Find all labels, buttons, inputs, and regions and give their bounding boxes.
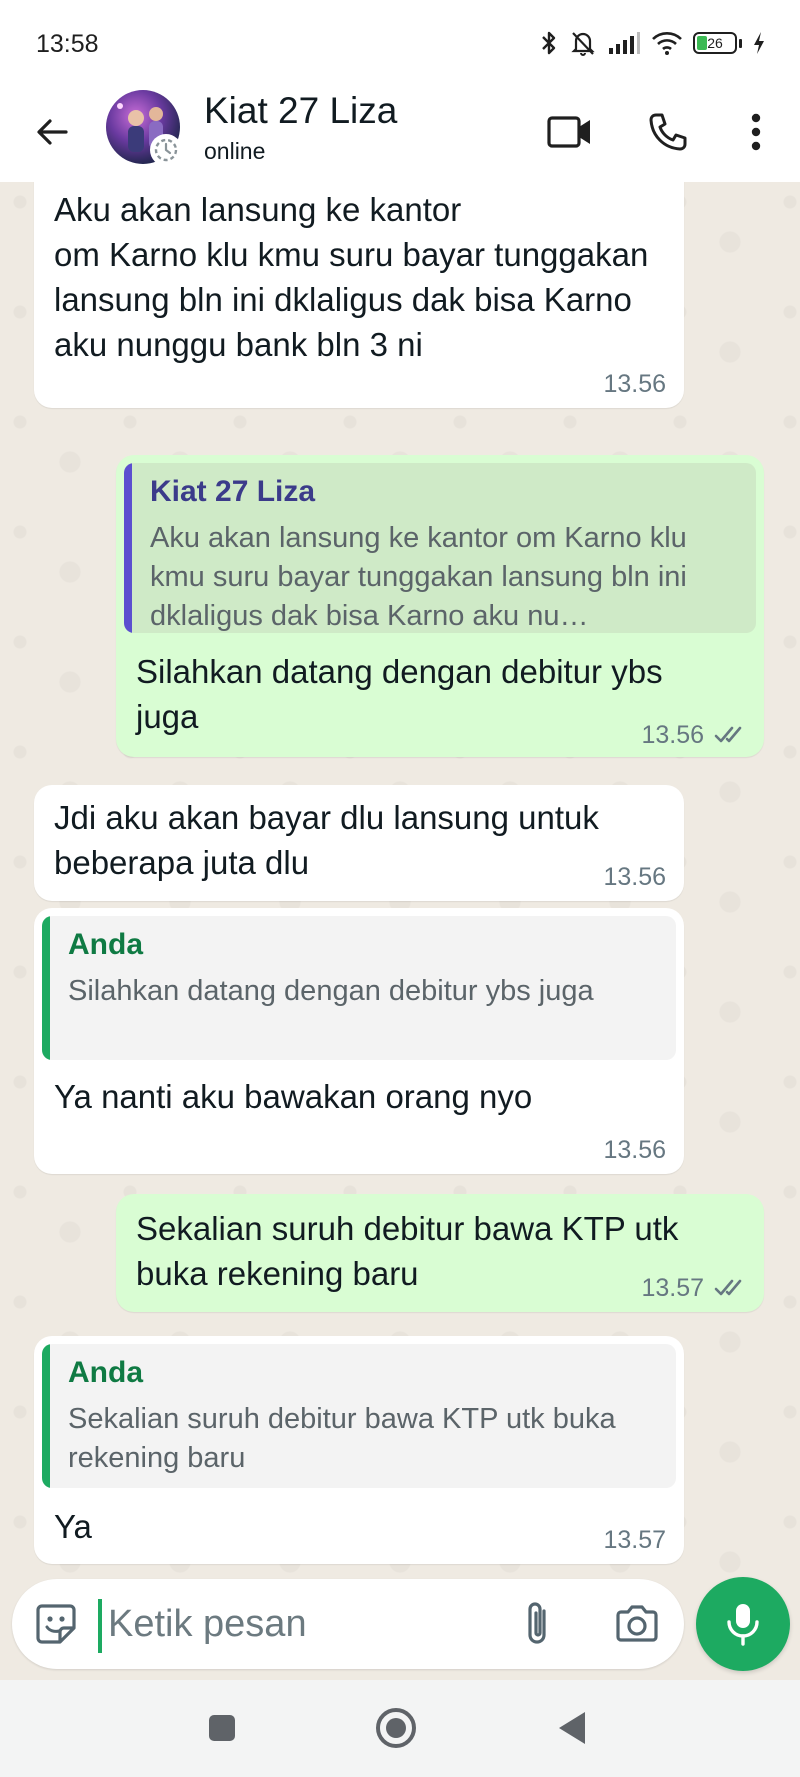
wifi-icon	[652, 32, 682, 55]
message-text: Sekalian suruh debitur bawa KTP utk buka…	[136, 1210, 679, 1292]
quoted-message[interactable]: Anda Sekalian suruh debitur bawa KTP utk…	[42, 1344, 676, 1488]
message-outgoing[interactable]: Sekalian suruh debitur bawa KTP utk buka…	[116, 1194, 764, 1312]
message-incoming[interactable]: Jdi aku akan bayar dlu lansung untuk beb…	[34, 785, 684, 901]
system-nav-bar	[0, 1680, 800, 1777]
message-incoming[interactable]: Anda Silahkan datang dengan debitur ybs …	[34, 908, 684, 1174]
status-time: 13:58	[36, 30, 99, 58]
voice-call-button[interactable]	[640, 104, 696, 160]
phone-icon	[649, 113, 687, 151]
message-text: Ya nanti aku bawakan orang nyo	[54, 1078, 533, 1115]
read-ticks-icon	[714, 1279, 742, 1296]
quoted-message[interactable]: Kiat 27 Liza Aku akan lansung ke kantor …	[124, 463, 756, 633]
home-button[interactable]	[374, 1706, 418, 1750]
read-ticks-icon	[714, 726, 742, 743]
nav-back-icon	[559, 1712, 585, 1744]
nav-back-button[interactable]	[550, 1706, 594, 1750]
camera-button[interactable]	[612, 1599, 662, 1649]
status-icons: 26	[539, 26, 766, 60]
mic-icon	[727, 1604, 759, 1646]
message-input[interactable]: Ketik pesan	[108, 1603, 307, 1646]
message-time: 13.56	[603, 863, 666, 891]
attach-icon	[528, 1602, 546, 1644]
quoted-message[interactable]: Anda Silahkan datang dengan debitur ybs …	[42, 916, 676, 1060]
message-text: Silahkan datang dengan debitur ybs juga	[136, 653, 663, 735]
quote-text: Sekalian suruh debitur bawa KTP utk buka…	[68, 1403, 616, 1474]
battery-indicator: 26	[693, 32, 737, 54]
bluetooth-icon	[542, 31, 556, 55]
quote-bar	[42, 1344, 50, 1488]
quote-author: Kiat 27 Liza	[150, 475, 316, 508]
message-text: Ya	[54, 1508, 92, 1545]
attach-button[interactable]	[514, 1599, 562, 1649]
more-options-button[interactable]	[728, 104, 784, 160]
chat-header: Kiat 27 Liza online	[0, 82, 800, 182]
quote-author: Anda	[68, 1356, 143, 1389]
quote-text: Silahkan datang dengan debitur ybs juga	[68, 975, 594, 1007]
message-outgoing[interactable]: Kiat 27 Liza Aku akan lansung ke kantor …	[116, 455, 764, 757]
message-incoming[interactable]: Anda Sekalian suruh debitur bawa KTP utk…	[34, 1336, 684, 1564]
message-time: 13.56	[603, 1136, 666, 1164]
battery-tip	[739, 38, 742, 48]
sticker-button[interactable]	[32, 1600, 80, 1648]
voice-record-button[interactable]	[696, 1577, 790, 1671]
message-time: 13.57	[641, 1274, 704, 1302]
message-incoming[interactable]: Aku akan lansung ke kantor om Karno klu …	[34, 182, 684, 408]
chat-area[interactable]: Aku akan lansung ke kantor om Karno klu …	[0, 182, 800, 1575]
video-call-icon	[547, 116, 590, 148]
back-arrow-icon	[37, 119, 68, 145]
text-cursor	[98, 1599, 102, 1653]
status-ring-icon	[150, 134, 182, 166]
message-time: 13.56	[603, 370, 666, 398]
signal-icon	[609, 32, 640, 54]
quote-bar	[42, 916, 50, 1060]
message-composer: Ketik pesan	[12, 1579, 684, 1669]
message-text: Aku akan lansung ke kantor om Karno klu …	[54, 191, 649, 363]
quote-text: Aku akan lansung ke kantor om Karno klu …	[150, 522, 687, 632]
charging-icon	[754, 32, 764, 54]
video-call-button[interactable]	[542, 104, 598, 160]
quote-bar	[124, 463, 132, 633]
recents-button[interactable]	[200, 1706, 244, 1750]
status-bar: 13:58 26	[0, 0, 800, 82]
battery-level: 26	[707, 35, 723, 51]
contact-name[interactable]: Kiat 27 Liza	[204, 90, 397, 132]
sticker-icon	[36, 1604, 76, 1644]
back-button[interactable]	[26, 106, 78, 158]
home-icon	[376, 1708, 416, 1748]
contact-status: online	[204, 138, 266, 164]
more-vert-icon	[751, 113, 761, 151]
recents-icon	[209, 1715, 235, 1741]
quote-author: Anda	[68, 928, 143, 961]
message-time: 13.56	[641, 721, 704, 749]
camera-icon	[616, 1605, 658, 1642]
mute-icon	[571, 32, 595, 56]
message-text: Jdi aku akan bayar dlu lansung untuk beb…	[54, 799, 599, 881]
message-time: 13.57	[603, 1526, 666, 1554]
